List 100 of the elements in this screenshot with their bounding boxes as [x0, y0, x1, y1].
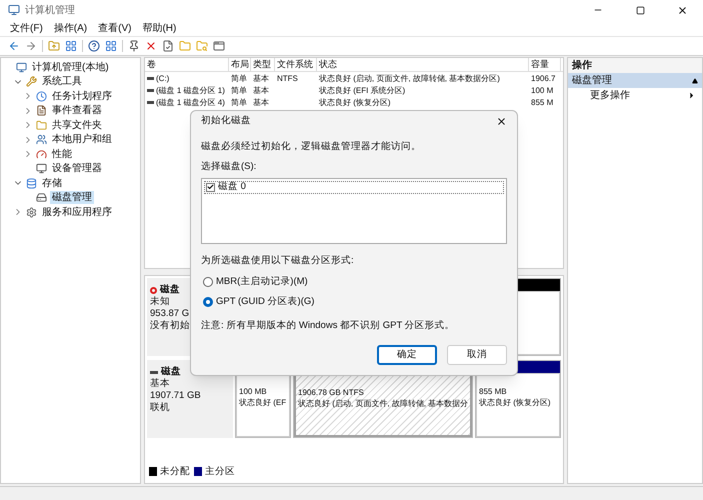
submenu-arrow-icon	[687, 91, 696, 100]
disk-list-item[interactable]: 磁盘 0	[204, 180, 504, 194]
partition-block[interactable]: 100 MB 状态良好 (EF	[236, 373, 290, 437]
tree-item[interactable]: 事件查看器	[50, 104, 104, 118]
collapse-arrow-icon	[692, 78, 698, 84]
table-cell: 状态良好 (恢复分区)	[319, 96, 391, 108]
close-icon[interactable]	[496, 116, 507, 126]
radio-label: MBR(主启动记录)(M)	[216, 274, 308, 289]
tree-item[interactable]: 存储	[40, 176, 64, 190]
table-cell: 基本	[253, 72, 269, 84]
tree-item-icon	[36, 192, 47, 204]
actions-title: 操作	[568, 58, 702, 73]
window-title: 计算机管理	[25, 4, 75, 18]
table-cell: 855 M	[531, 96, 554, 108]
table-cell: 100 M	[531, 84, 554, 96]
tree-item[interactable]: 性能	[50, 148, 74, 161]
tree-item-icon	[16, 62, 27, 73]
table-cell: 状态良好 (启动, 页面文件, 故障转储, 基本数据分区)	[319, 72, 500, 84]
column-header[interactable]: 类型	[251, 58, 275, 71]
app-icon	[8, 4, 20, 16]
volume-icon	[147, 88, 154, 92]
tree-item[interactable]: 系统工具	[40, 75, 84, 88]
tree-item-icon	[26, 178, 37, 189]
tree-item-icon	[36, 120, 47, 131]
column-header[interactable]: 布局	[229, 58, 251, 71]
disk-name: 磁盘	[160, 284, 180, 296]
disk-info: 联机	[150, 402, 170, 414]
tree-item-icon	[26, 206, 37, 218]
section-label: 磁盘管理	[572, 74, 612, 88]
window-icon[interactable]	[213, 40, 225, 52]
volume-icon	[147, 76, 154, 80]
tree-item-icon	[36, 148, 47, 160]
document-check-icon[interactable]	[162, 40, 174, 52]
legend-label: 主分区	[205, 464, 235, 479]
volume-icon	[147, 100, 154, 104]
menu-item[interactable]: 查看(V)	[98, 20, 132, 36]
table-cell: NTFS	[277, 72, 298, 84]
help-icon[interactable]	[88, 40, 100, 52]
partition-info: 状态良好 (恢复分区)	[479, 397, 551, 408]
partition-block[interactable]: 1906.78 GB NTFS 状态良好 (启动, 页面文件, 故障转储, 基本数据分	[294, 373, 472, 437]
table-cell: 状态良好 (EFI 系统分区)	[319, 84, 406, 96]
tree-item-icon	[36, 90, 47, 102]
partition-info: 状态良好 (EF	[239, 397, 286, 408]
actions-section-header[interactable]: 磁盘管理	[568, 73, 702, 88]
table-cell: 基本	[253, 96, 269, 108]
table-cell: 简单	[231, 72, 247, 84]
menu-item[interactable]: 文件(F)	[10, 20, 43, 36]
partition-info: 状态良好 (启动, 页面文件, 故障转储, 基本数据分	[298, 398, 468, 409]
note-text: 注意: 所有早期版本的 Windows 都不识别 GPT 分区形式。	[201, 319, 456, 334]
grid-view-icon[interactable]	[105, 40, 117, 52]
disk-warning-icon	[150, 286, 157, 294]
disk-info: 基本	[150, 378, 170, 390]
table-cell: (C:)	[156, 72, 170, 84]
delete-icon[interactable]	[145, 40, 157, 52]
column-header[interactable]: 卷	[145, 58, 229, 71]
table-cell: 1906.7	[531, 72, 556, 84]
checkbox[interactable]	[206, 182, 215, 192]
partition-block[interactable]: 855 MB 状态良好 (恢复分区)	[476, 373, 560, 437]
tree-item[interactable]: 计算机管理(本地)	[30, 60, 111, 74]
disk-info: 没有初始	[150, 320, 190, 332]
menu-item[interactable]: 操作(A)	[54, 20, 88, 36]
dialog-button[interactable]: 取消	[447, 345, 507, 365]
grid-view-icon[interactable]	[65, 40, 77, 52]
disk-info: 未知	[150, 296, 170, 308]
tree-item-icon	[36, 163, 47, 174]
table-cell: 简单	[231, 96, 247, 108]
maximize-icon[interactable]	[636, 6, 644, 14]
column-header[interactable]: 状态	[317, 58, 529, 71]
partition-info: 855 MB	[479, 386, 507, 397]
tree-item[interactable]: 服务和应用程序	[40, 206, 114, 219]
table-cell: 简单	[231, 84, 247, 96]
column-header[interactable]: 容量	[529, 58, 561, 71]
disk-list-label: 磁盘 0	[218, 180, 246, 194]
action-link[interactable]: 更多操作	[590, 88, 630, 103]
radio-label: GPT (GUID 分区表)(G)	[216, 295, 314, 309]
dialog-message: 磁盘必须经过初始化，逻辑磁盘管理器才能访问。	[201, 140, 422, 154]
disk-name: 磁盘	[161, 366, 181, 378]
tree-item-icon	[36, 134, 47, 146]
tree-item[interactable]: 设备管理器	[50, 162, 104, 176]
tree-item[interactable]: 共享文件夹	[50, 118, 104, 132]
tree-item[interactable]: 本地用户和组	[50, 133, 114, 146]
dialog-button[interactable]: 确定	[377, 345, 437, 365]
close-icon[interactable]	[676, 4, 688, 16]
disk-list-label: 选择磁盘(S):	[201, 160, 258, 174]
forward-icon[interactable]	[25, 40, 37, 52]
table-cell: 基本	[253, 84, 269, 96]
radio-button[interactable]	[203, 276, 213, 287]
legend-label: 未分配	[160, 464, 190, 479]
tree-item[interactable]: 磁盘管理	[50, 191, 94, 204]
disk-info: 953.87 G	[150, 308, 190, 320]
table-cell: (磁盘 1 磁盘分区 4)	[156, 96, 225, 108]
radio-button[interactable]	[203, 297, 213, 308]
partition-info: 1906.78 GB NTFS	[298, 387, 364, 398]
column-header[interactable]: 文件系统	[275, 58, 317, 71]
tree-item[interactable]: 任务计划程序	[50, 90, 114, 103]
back-icon[interactable]	[8, 40, 20, 52]
menu-item[interactable]: 帮助(H)	[142, 20, 176, 36]
pin-icon[interactable]	[128, 40, 140, 52]
table-cell: (磁盘 1 磁盘分区 1)	[156, 84, 225, 96]
tree-item-icon	[36, 105, 47, 116]
